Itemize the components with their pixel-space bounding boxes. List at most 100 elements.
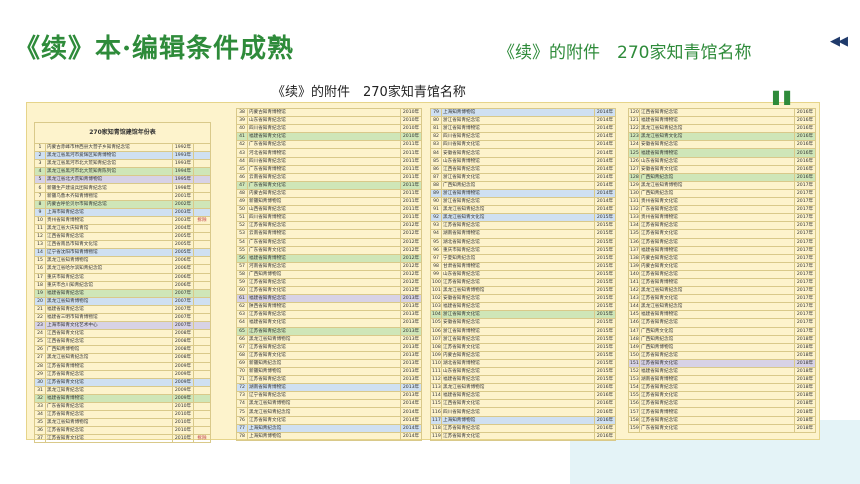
cell-name: 浙江省知青博物馆 <box>441 188 595 199</box>
cell-year: 2017年 <box>794 197 816 207</box>
cell-year: 2016年 <box>794 156 816 166</box>
table-row: 148 广西知青纪念馆 2018年 <box>628 334 816 344</box>
cell-index: 15 <box>34 256 46 266</box>
cell-note <box>193 191 211 201</box>
cell-year: 2017年 <box>794 294 816 304</box>
cell-index: 12 <box>34 232 46 242</box>
cell-name: 广东省知青博物馆 <box>247 164 401 174</box>
cell-index: 9 <box>34 207 46 217</box>
cell-note <box>193 272 211 282</box>
cell-name: 江苏省知青文化馆 <box>639 294 795 304</box>
cell-name: 贵州省知青博物馆 <box>45 215 173 225</box>
table-row: 100 江苏省知青纪念馆 2015年 <box>430 277 616 288</box>
cell-index: 110 <box>430 358 442 369</box>
cell-year: 2015年 <box>594 310 616 320</box>
table-row: 156 江苏省知青纪念馆 2018年 <box>628 399 816 409</box>
cell-index: 81 <box>430 124 442 134</box>
cell-index: 30 <box>34 377 46 387</box>
table-row: 116 四川省知青纪念馆 2016年 <box>430 407 616 417</box>
cell-name: 江西省知青纪念馆 <box>639 107 795 118</box>
table-row: 135 江苏省知青文化馆 2017年 <box>628 229 816 239</box>
table-row: 96 重庆市知青纪念馆 2015年 <box>430 245 616 255</box>
cell-year: 2018年 <box>794 375 816 385</box>
prev-slide-icon[interactable]: ◀◀ <box>830 34 848 49</box>
cell-year: 2006年 <box>172 256 194 266</box>
cell-index: 108 <box>430 342 442 352</box>
cell-year: 2012年 <box>400 286 422 296</box>
cell-year: 2011年 <box>400 164 422 174</box>
table-row: 157 江苏省知青博物馆 2018年 <box>628 407 816 417</box>
cell-index: 79 <box>430 107 442 118</box>
cell-index: 142 <box>628 286 640 296</box>
cell-index: 24 <box>34 329 46 339</box>
cell-year: 2013年 <box>400 342 422 352</box>
table-row: 98 甘肃省知青博物馆 2015年 <box>430 261 616 271</box>
table-row: 142 黑龙江省知青纪念馆 2017年 <box>628 286 816 296</box>
cell-note <box>193 296 211 306</box>
table-row: 33 广东省知青纪念馆 2010年 <box>34 401 211 412</box>
cell-year: 2016年 <box>594 431 616 441</box>
table-row: 3 黑龙江省黑河市北大荒知青纪念馆 1993年 <box>34 159 211 169</box>
cell-year: 2012年 <box>400 229 422 239</box>
cell-index: 152 <box>628 366 640 377</box>
cell-index: 31 <box>34 385 46 395</box>
cell-note <box>193 418 211 428</box>
cell-index: 95 <box>430 237 442 247</box>
table-row: 20 黑龙江省知青博物馆 2007年 <box>34 296 211 306</box>
table-row: 58 广西知青博物馆 2012年 <box>236 269 422 279</box>
cell-year: 2014年 <box>594 180 616 190</box>
cell-name: 江苏省知青纪念馆 <box>639 221 795 231</box>
cell-name: 广东省知青文化馆 <box>247 180 401 190</box>
cell-index: 137 <box>628 245 640 255</box>
cell-index: 25 <box>34 337 46 347</box>
table-row: 136 江苏省知青纪念馆 2017年 <box>628 237 816 247</box>
cell-note <box>193 232 211 242</box>
cell-year: 2015年 <box>594 269 616 279</box>
cell-name: 江苏省知青博物馆 <box>639 407 795 417</box>
cell-year: 2014年 <box>594 132 616 142</box>
table-row: 62 陕西省知青博物馆 2013年 <box>236 302 422 312</box>
cell-index: 138 <box>628 253 640 263</box>
cell-year: 1994年 <box>172 167 194 177</box>
cell-year: 2012年 <box>400 277 422 288</box>
cell-index: 92 <box>430 213 442 223</box>
cell-year: 2011年 <box>400 180 422 190</box>
cell-name: 河南省知青纪念馆 <box>247 261 401 271</box>
cell-year: 2011年 <box>400 156 422 166</box>
cell-index: 10 <box>34 215 46 225</box>
cell-year: 2013年 <box>400 294 422 304</box>
table-row: 105 安徽省知青纪念馆 2015年 <box>430 318 616 328</box>
table-row: 66 黑龙江省知青博物馆 2013年 <box>236 334 422 344</box>
cell-year: 2006年 <box>172 280 194 290</box>
cell-index: 65 <box>236 326 248 336</box>
cell-name: 四川省知青纪念馆 <box>441 132 595 142</box>
cell-note <box>193 159 211 169</box>
cell-year: 2016年 <box>794 107 816 118</box>
table-row: 61 福建省知青纪念馆 2013年 <box>236 294 422 304</box>
cell-note <box>193 240 211 250</box>
table-row: 143 江苏省知青文化馆 2017年 <box>628 294 816 304</box>
cell-index: 37 <box>34 434 46 444</box>
cell-year: 2011年 <box>400 140 422 150</box>
cell-index: 67 <box>236 342 248 352</box>
cell-year: 2013年 <box>400 302 422 312</box>
cell-index: 151 <box>628 358 640 369</box>
cell-name: 福建省知青博物馆 <box>639 245 795 255</box>
cell-name: 江苏省知青文化馆 <box>45 377 173 387</box>
cell-name: 福建省知青纪念馆 <box>45 288 173 298</box>
cell-name: 广东省知青纪念馆 <box>639 205 795 215</box>
cell-name: 山西省知青纪念馆 <box>247 205 401 215</box>
cell-index: 100 <box>430 277 442 288</box>
cell-name: 安徽省知青纪念馆 <box>639 140 795 150</box>
cell-year: 2012年 <box>400 245 422 255</box>
cell-index: 59 <box>236 277 248 288</box>
cell-year: 2017年 <box>794 237 816 247</box>
cell-index: 145 <box>628 310 640 320</box>
table-row: 146 江苏省知青纪念馆 2017年 <box>628 318 816 328</box>
table-row: 47 广东省知青文化馆 2011年 <box>236 180 422 190</box>
cell-index: 131 <box>628 197 640 207</box>
cell-year: 2001年 <box>172 191 194 201</box>
cell-name: 广东省知青纪念馆 <box>45 401 173 412</box>
table-row: 132 广东省知青纪念馆 2017年 <box>628 205 816 215</box>
table-row: 68 江苏省知青文化馆 2013年 <box>236 350 422 360</box>
